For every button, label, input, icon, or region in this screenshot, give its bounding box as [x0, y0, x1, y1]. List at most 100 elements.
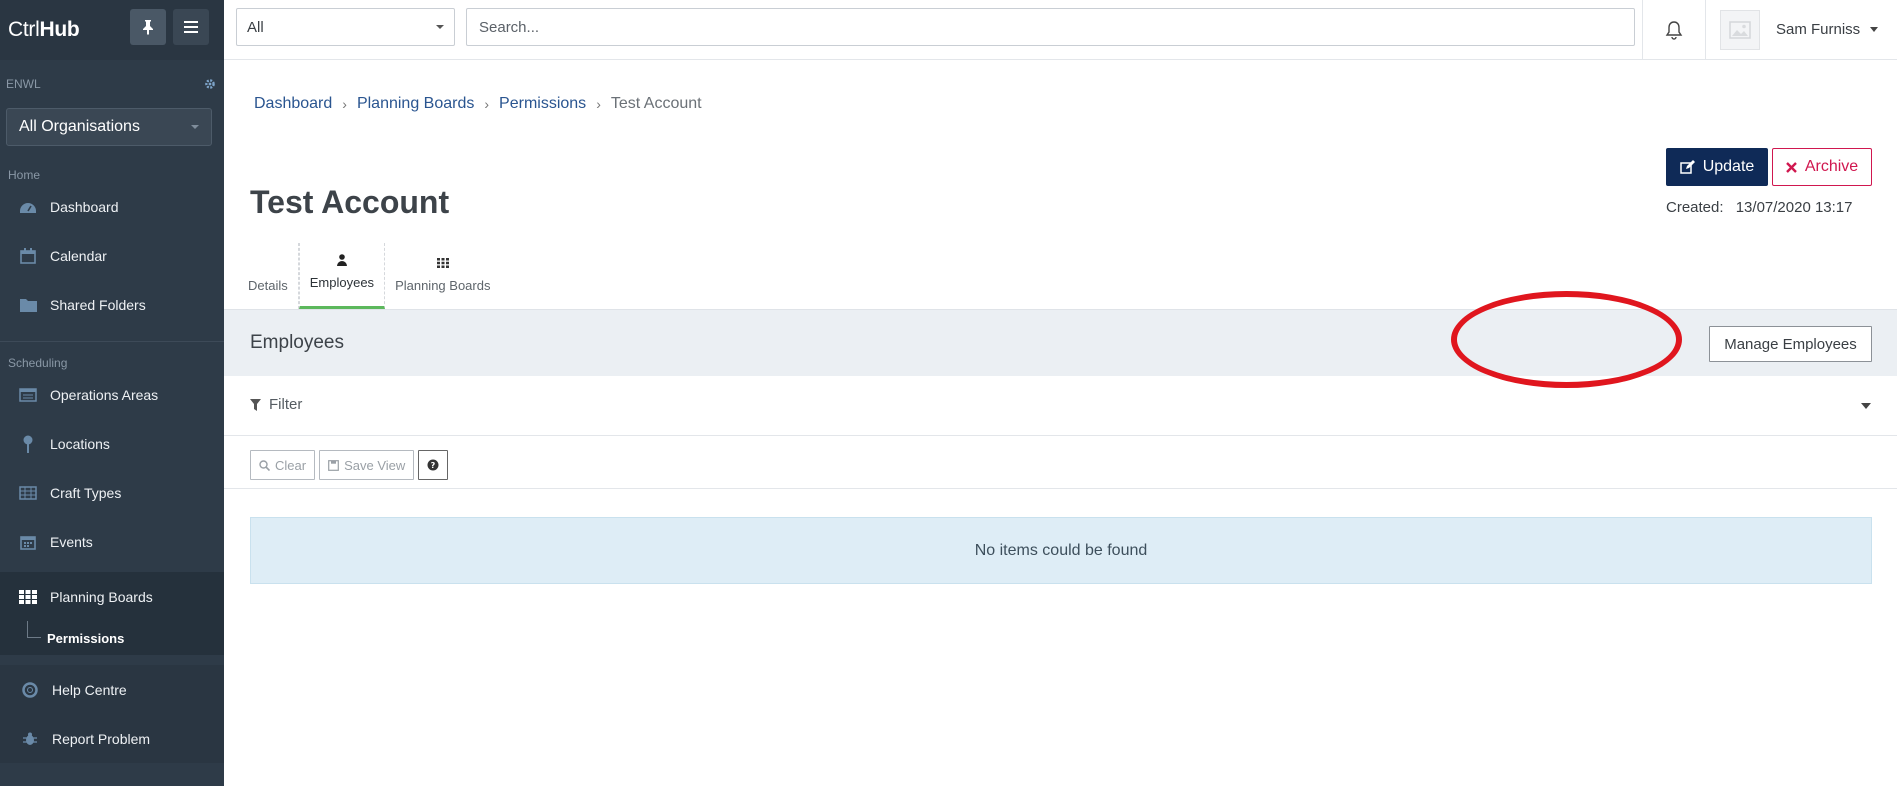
- chevron-down-icon: [436, 25, 444, 29]
- image-placeholder-icon: [1729, 20, 1751, 39]
- table-icon: [18, 483, 38, 503]
- sidebar-divider: [0, 341, 224, 342]
- pin-sidebar-button[interactable]: [130, 9, 166, 45]
- breadcrumb-planning-boards[interactable]: Planning Boards: [357, 95, 474, 113]
- filter-toolbar: Clear Save View ?: [250, 450, 449, 480]
- sidebar-item-label: Shared Folders: [50, 296, 146, 313]
- sidebar-item-label: Planning Boards: [50, 588, 153, 605]
- user-name: Sam Furniss: [1776, 21, 1861, 38]
- organisation-select-value: All Organisations: [19, 118, 140, 135]
- help-button[interactable]: ?: [418, 450, 449, 480]
- grid-icon: [436, 254, 449, 272]
- manage-employees-button[interactable]: Manage Employees: [1709, 326, 1872, 362]
- update-button[interactable]: Update: [1666, 148, 1768, 186]
- update-button-label: Update: [1702, 158, 1755, 175]
- org-code: ENWL: [6, 77, 41, 91]
- org-row: ENWL: [0, 60, 224, 108]
- breadcrumb-permissions[interactable]: Permissions: [499, 95, 586, 113]
- menu-toggle-button[interactable]: [173, 9, 209, 45]
- operations-icon: [18, 385, 38, 405]
- gear-icon[interactable]: [204, 78, 216, 90]
- breadcrumb-separator-icon: ›: [342, 96, 347, 112]
- sidebar-bottom: Help Centre Report Problem: [0, 665, 224, 763]
- sidebar-item-events[interactable]: Events: [0, 517, 224, 566]
- sidebar-item-calendar[interactable]: Calendar: [0, 231, 224, 280]
- employees-panel-header: Employees Manage Employees: [224, 309, 1897, 376]
- user-icon: [336, 251, 347, 269]
- main-content: Dashboard › Planning Boards › Permission…: [224, 60, 1897, 786]
- search-scope-select[interactable]: All: [236, 8, 455, 46]
- user-menu[interactable]: Sam Furniss: [1720, 0, 1879, 59]
- sidebar: CtrlHub ENWL All Organisations Home Dash…: [0, 0, 224, 786]
- breadcrumb-dashboard[interactable]: Dashboard: [254, 95, 332, 113]
- sidebar-item-craft-types[interactable]: Craft Types: [0, 468, 224, 517]
- sidebar-item-help-centre[interactable]: Help Centre: [0, 665, 224, 714]
- edit-icon: [1679, 159, 1695, 174]
- dashboard-icon: [18, 197, 38, 217]
- sidebar-subitem-label: Permissions: [47, 630, 125, 646]
- filter-toggle[interactable]: Filter: [224, 376, 1897, 436]
- created-label: Created:: [1666, 199, 1724, 216]
- question-circle-icon: ?: [427, 459, 439, 471]
- tab-label: Employees: [309, 275, 375, 290]
- chevron-down-icon: [191, 125, 199, 129]
- sidebar-item-label: Locations: [50, 435, 110, 452]
- search-scope-value: All: [247, 18, 264, 36]
- save-icon: [328, 459, 339, 471]
- top-bar: All Sam Furniss: [224, 0, 1897, 60]
- sidebar-item-dashboard[interactable]: Dashboard: [0, 182, 224, 231]
- filter-icon: [250, 398, 261, 411]
- tab-details[interactable]: Details: [238, 243, 299, 309]
- sidebar-item-label: Operations Areas: [50, 386, 159, 403]
- svg-text:?: ?: [431, 461, 436, 470]
- panel-title: Employees: [250, 332, 344, 353]
- sidebar-item-label: Help Centre: [52, 681, 127, 698]
- sidebar-subitem-permissions[interactable]: Permissions: [0, 621, 224, 655]
- notifications-button[interactable]: [1642, 0, 1706, 59]
- clear-button[interactable]: Clear: [250, 450, 316, 480]
- sidebar-item-report-problem[interactable]: Report Problem: [0, 714, 224, 763]
- folder-icon: [18, 295, 38, 315]
- search-input[interactable]: [466, 8, 1635, 46]
- archive-button[interactable]: Archive: [1772, 148, 1872, 186]
- filter-label: Filter: [250, 396, 302, 413]
- filter-text: Filter: [269, 396, 303, 413]
- bug-icon: [20, 729, 40, 749]
- tab-employees[interactable]: Employees: [298, 243, 386, 309]
- pin-icon: [143, 20, 153, 35]
- toolbar-divider: [224, 488, 1897, 489]
- breadcrumb: Dashboard › Planning Boards › Permission…: [254, 95, 702, 113]
- grid-icon: [18, 587, 38, 607]
- page-title: Test Account: [250, 184, 450, 220]
- section-label-home: Home: [8, 168, 41, 182]
- tab-label: Details: [248, 278, 288, 293]
- chevron-down-icon: [1861, 403, 1871, 409]
- calendar-icon: [18, 246, 38, 266]
- sidebar-item-label: Calendar: [50, 247, 107, 264]
- tab-planning-boards[interactable]: Planning Boards: [385, 243, 500, 309]
- empty-state-message: No items could be found: [250, 517, 1872, 584]
- sidebar-item-operations-areas[interactable]: Operations Areas: [0, 370, 224, 419]
- sidebar-item-label: Events: [50, 533, 93, 550]
- section-label-scheduling: Scheduling: [8, 356, 68, 370]
- tree-branch: [27, 621, 41, 638]
- bell-icon: [1665, 20, 1683, 40]
- avatar: [1720, 9, 1760, 50]
- search-icon: [259, 459, 270, 471]
- chevron-down-icon: [1870, 27, 1879, 32]
- ctrlhub-logo[interactable]: CtrlHub: [8, 18, 80, 42]
- close-icon: [1785, 161, 1797, 173]
- sidebar-item-planning-boards[interactable]: Planning Boards: [0, 572, 224, 621]
- sidebar-item-label: Report Problem: [52, 730, 151, 747]
- sidebar-item-shared-folders[interactable]: Shared Folders: [0, 280, 224, 329]
- created-value: 13/07/2020 13:17: [1735, 199, 1853, 216]
- save-view-button[interactable]: Save View: [319, 450, 415, 480]
- organisation-select[interactable]: All Organisations: [6, 108, 212, 146]
- breadcrumb-separator-icon: ›: [484, 96, 490, 112]
- breadcrumb-current: Test Account: [610, 95, 702, 112]
- clear-button-label: Clear: [275, 457, 307, 473]
- sidebar-item-locations[interactable]: Locations: [0, 419, 224, 468]
- created-info: Created: 13/07/2020 13:17: [1666, 199, 1853, 216]
- sidebar-item-label: Craft Types: [50, 484, 122, 501]
- archive-button-label: Archive: [1804, 158, 1859, 175]
